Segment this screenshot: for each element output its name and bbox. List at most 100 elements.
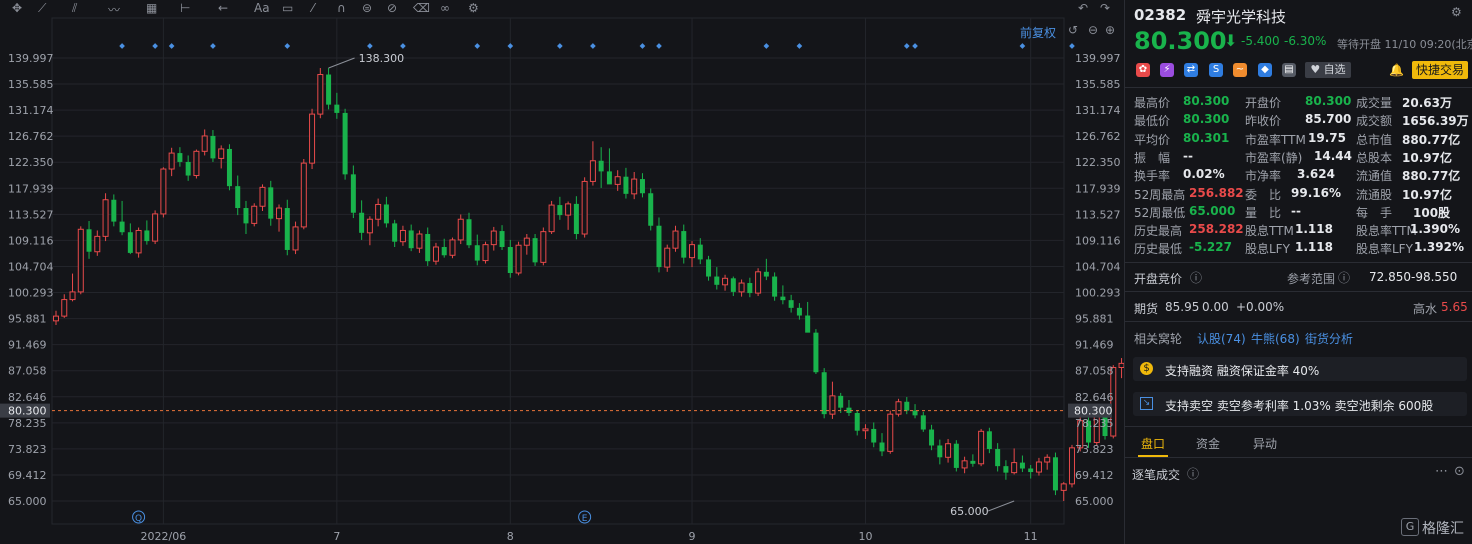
candle: [532, 234, 538, 266]
candle: [995, 443, 1001, 472]
candle-body: [359, 212, 365, 233]
price-change: -5.400: [1241, 34, 1280, 48]
candle: [813, 329, 819, 375]
quote-value: --: [1183, 148, 1193, 163]
candle-body: [127, 232, 133, 253]
expand-icon[interactable]: ⊙: [1454, 464, 1465, 479]
quote-value: 85.700: [1305, 112, 1352, 127]
candle-body: [838, 395, 844, 408]
candle: [359, 200, 365, 240]
quote-label: 市净率: [1245, 169, 1282, 184]
quote-value: 1.390%: [1410, 222, 1460, 237]
candle-body: [854, 412, 860, 431]
info-icon[interactable]: ⓘ: [1190, 269, 1202, 286]
candle-body: [614, 176, 621, 185]
warrant-bull-link[interactable]: 牛熊(68): [1251, 330, 1300, 347]
candle: [235, 175, 241, 216]
candle: [268, 180, 274, 226]
candle: [961, 456, 968, 474]
short-box[interactable]: ↘ 支持卖空 卖空参考利率 1.03% 卖空池剩余 600股: [1133, 392, 1467, 416]
candle: [912, 404, 918, 419]
y-axis-left: 139.997 135.585 131.174 126.762 122.350 117.9…: [8, 52, 54, 508]
quote-value: 880.77亿: [1402, 169, 1461, 184]
event-dot: [284, 43, 291, 49]
candle-body: [747, 283, 753, 294]
tab-capital[interactable]: 资金: [1196, 435, 1220, 452]
candle-body: [648, 193, 654, 226]
dollar-icon[interactable]: S: [1209, 63, 1223, 77]
candle: [243, 200, 249, 235]
short-text: 支持卖空 卖空参考利率 1.03% 卖空池剩余 600股: [1165, 399, 1434, 413]
quote-label: 总市值: [1356, 132, 1393, 147]
y-tick-label: 95.881: [1075, 313, 1114, 326]
candle-body: [482, 244, 489, 262]
more-icon[interactable]: ⋯: [1435, 464, 1448, 479]
street-analysis-link[interactable]: 街货分析: [1305, 330, 1353, 347]
candle-body: [706, 259, 712, 277]
candle: [689, 241, 696, 268]
quote-value: 99.16%: [1291, 185, 1341, 200]
candle: [383, 196, 389, 228]
bell-icon[interactable]: 🔔: [1389, 63, 1404, 77]
y-tick-label: 131.174: [1075, 104, 1121, 117]
y-tick-label: 117.939: [1075, 182, 1121, 195]
candle-body: [466, 219, 472, 246]
quote-value: 3.624: [1297, 167, 1335, 182]
chart-icon[interactable]: ~: [1233, 63, 1247, 77]
candle-body: [862, 428, 869, 432]
hk-flag-icon[interactable]: ✿: [1136, 63, 1150, 77]
tab-anomaly[interactable]: 异动: [1253, 435, 1277, 452]
y-tick-label: 91.469: [8, 339, 47, 352]
reset-icon[interactable]: ↺: [1068, 23, 1078, 37]
divider: [1125, 426, 1472, 427]
candles: [53, 68, 1124, 501]
x-axis: 2022/06 7 8 9 10 11: [141, 530, 1038, 543]
candle-body: [895, 401, 902, 415]
candle-body: [251, 205, 258, 224]
candle: [937, 439, 943, 465]
exchange-icon[interactable]: ⇄: [1184, 63, 1198, 77]
candle-body: [904, 401, 910, 411]
candle-body: [292, 226, 299, 251]
candle-body: [945, 443, 952, 458]
y-tick-label: 95.881: [8, 313, 47, 326]
tag-icon[interactable]: ◆: [1258, 63, 1272, 77]
info-icon[interactable]: ⓘ: [1187, 465, 1199, 482]
quote-value: 10.97亿: [1402, 187, 1452, 202]
settings-icon[interactable]: ⚙: [1451, 5, 1462, 19]
candle: [978, 428, 985, 467]
candle: [838, 392, 844, 413]
adjust-mode-label[interactable]: 前复权: [1020, 24, 1056, 41]
candle-body: [581, 180, 588, 235]
candle: [168, 147, 175, 177]
candle: [53, 310, 59, 325]
add-watchlist-button[interactable]: ♥ 自选: [1305, 62, 1351, 78]
margin-box[interactable]: $ 支持融资 融资保证金率 40%: [1133, 357, 1467, 381]
divider: [1125, 457, 1472, 458]
candle: [1003, 460, 1009, 480]
candle-body: [86, 229, 92, 252]
candle-body: [111, 199, 117, 222]
candle: [342, 108, 348, 180]
quick-trade-button[interactable]: 快捷交易: [1412, 61, 1468, 79]
candle: [1019, 455, 1025, 473]
quote-value: 14.44: [1314, 148, 1352, 163]
candle: [334, 92, 340, 119]
y-tick-label: 109.116: [1075, 234, 1121, 247]
candle-body: [449, 239, 456, 256]
candle-body: [1011, 462, 1018, 474]
candle: [598, 147, 604, 188]
quote-label: 振 幅: [1134, 150, 1171, 165]
tab-orderbook[interactable]: 盘口: [1141, 435, 1165, 452]
event-dot: [763, 43, 770, 49]
info-icon[interactable]: ⓘ: [1338, 269, 1350, 286]
premium-label: 高水: [1413, 302, 1438, 316]
candle: [482, 241, 489, 264]
doc-icon[interactable]: ▤: [1282, 63, 1296, 77]
zoom-in-icon[interactable]: ⊕: [1105, 23, 1115, 37]
warrant-call-link[interactable]: 认股(74): [1197, 330, 1246, 347]
candle: [738, 279, 745, 297]
zoom-out-icon[interactable]: ⊖: [1088, 23, 1098, 37]
connect-icon[interactable]: ⚡: [1160, 63, 1174, 77]
y-tick-label: 109.116: [8, 234, 54, 247]
